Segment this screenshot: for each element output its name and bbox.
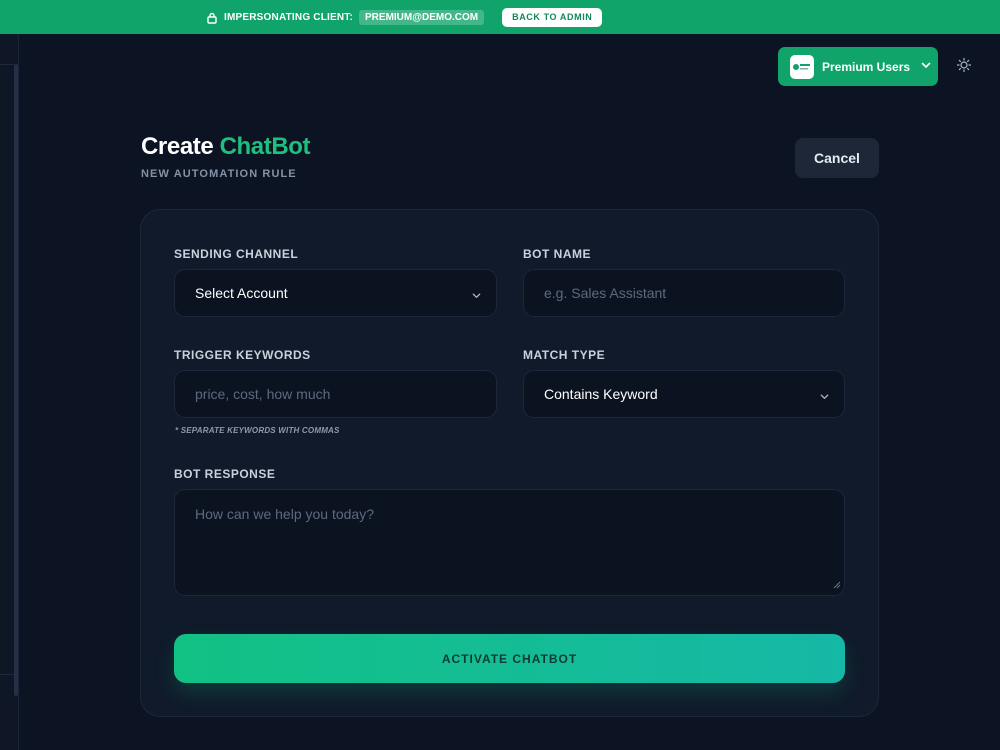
- impersonation-banner: IMPERSONATING CLIENT: PREMIUM@DEMO.COM B…: [0, 0, 1000, 34]
- page-title: Create ChatBot: [141, 133, 311, 161]
- page-title-accent: ChatBot: [219, 133, 311, 160]
- bot-name-input[interactable]: e.g. Sales Assistant: [523, 269, 845, 317]
- match-type-select[interactable]: Contains Keyword: [523, 370, 845, 418]
- impersonated-email: PREMIUM@DEMO.COM: [359, 9, 485, 25]
- bot-response-textarea[interactable]: How can we help you today?: [174, 489, 845, 596]
- page-title-prefix: Create: [141, 133, 214, 160]
- workspace-logo-icon: [790, 54, 814, 79]
- lock-icon: [206, 11, 218, 24]
- sending-channel-label: SENDING CHANNEL: [174, 247, 299, 261]
- trigger-keywords-label: TRIGGER KEYWORDS: [174, 348, 311, 362]
- activate-chatbot-button[interactable]: ACTIVATE CHATBOT: [174, 634, 845, 683]
- workspace-switcher-button[interactable]: Premium Users: [778, 47, 938, 86]
- chevron-down-icon: [920, 58, 932, 76]
- theme-toggle-button[interactable]: [954, 57, 974, 77]
- rail-divider: [0, 674, 14, 675]
- bot-response-label: BOT RESPONSE: [174, 467, 276, 481]
- match-type-value: Contains Keyword: [544, 386, 658, 402]
- bot-name-label: BOT NAME: [523, 247, 591, 261]
- sending-channel-select[interactable]: Select Account: [174, 269, 497, 317]
- match-type-label: MATCH TYPE: [523, 348, 606, 362]
- rail-divider: [0, 64, 14, 65]
- sun-icon: [956, 57, 972, 78]
- impersonation-label: IMPERSONATING CLIENT:: [224, 11, 354, 23]
- bot-response-placeholder: How can we help you today?: [195, 506, 374, 522]
- resize-handle-icon[interactable]: [833, 576, 841, 592]
- sidebar-rail: [0, 34, 19, 750]
- sending-channel-value: Select Account: [195, 285, 288, 301]
- chevron-down-icon: [819, 389, 830, 405]
- page-subtitle: NEW AUTOMATION RULE: [141, 168, 297, 180]
- trigger-keywords-input[interactable]: price, cost, how much: [174, 370, 497, 418]
- keywords-hint: * SEPARATE KEYWORDS WITH COMMAS: [175, 426, 340, 435]
- chevron-down-icon: [471, 288, 482, 304]
- sidebar-scrollbar[interactable]: [14, 64, 18, 696]
- back-to-admin-button[interactable]: BACK TO ADMIN: [502, 7, 603, 27]
- workspace-label: Premium Users: [822, 59, 911, 74]
- cancel-button[interactable]: Cancel: [795, 138, 879, 178]
